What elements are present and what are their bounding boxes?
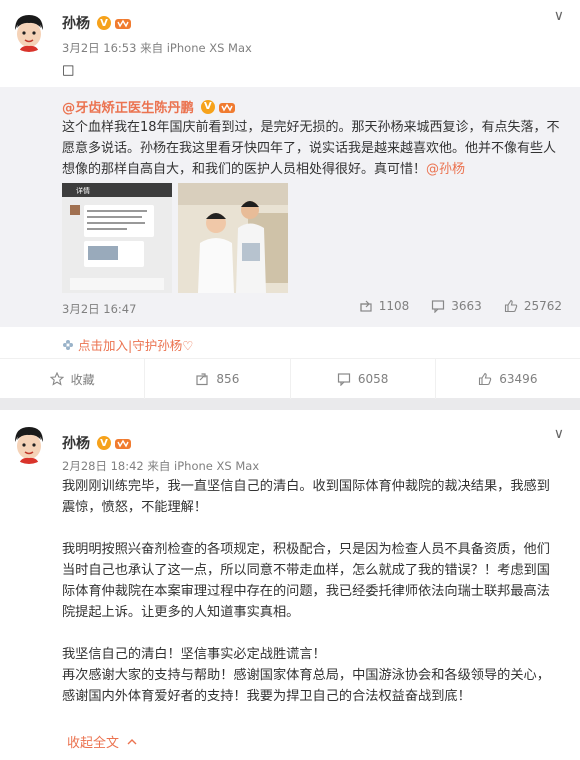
mention-link[interactable]: @孙杨 bbox=[426, 162, 465, 177]
action-bar: 收藏 856 6058 63496 bbox=[0, 358, 580, 399]
comment-button[interactable]: 6058 bbox=[291, 359, 436, 399]
post-content: 我刚刚训练完毕，我一直坚信自己的清白。收到国际体育仲裁院的裁决结果，我感到震惊，… bbox=[62, 476, 562, 707]
favorite-label: 收藏 bbox=[70, 372, 95, 387]
favorite-button[interactable]: 收藏 bbox=[0, 359, 146, 399]
verified-icon: V bbox=[97, 16, 111, 30]
post-content: □ bbox=[62, 63, 75, 78]
like-count: 63496 bbox=[499, 372, 538, 386]
post-meta: 2月28日 18:42 来自 iPhone XS Max bbox=[62, 459, 260, 473]
post-meta: 3月2日 16:53 来自 iPhone XS Max bbox=[62, 41, 252, 55]
vip-crown-icon bbox=[115, 19, 131, 29]
chevron-up-icon bbox=[127, 738, 137, 744]
comment-count: 6058 bbox=[357, 372, 389, 386]
paragraph: 我明明按照兴奋剂检查的各项规定，积极配合，只是因为检查人员不具备资质，他们当时自… bbox=[62, 542, 550, 620]
chevron-down-icon[interactable]: ∨ bbox=[554, 8, 564, 24]
share-icon bbox=[196, 373, 209, 386]
chevron-down-icon[interactable]: ∨ bbox=[554, 426, 564, 442]
repost-body: 这个血样我在18年国庆前看到过，是完好无损的。那天孙杨来城西复诊，有点失落，不愿… bbox=[62, 117, 562, 180]
paragraph: 再次感谢大家的支持与帮助！感谢国家体育总局，中国游泳协会和各级领导的关心，感谢国… bbox=[62, 668, 550, 704]
verified-icon: V bbox=[200, 99, 215, 114]
thumbs-up-icon bbox=[504, 299, 518, 313]
author-name[interactable]: 孙杨 bbox=[62, 13, 90, 33]
author-avatar[interactable] bbox=[9, 12, 49, 52]
share-icon bbox=[360, 300, 372, 312]
repost-share-count: 1108 bbox=[378, 299, 410, 313]
share-button[interactable]: 856 bbox=[145, 359, 291, 399]
repost-date: 3月2日 16:47 bbox=[62, 302, 137, 316]
author-row: 孙杨 V bbox=[62, 433, 132, 453]
repost-comment-stat[interactable]: 3663 bbox=[431, 299, 482, 313]
weibo-post-card: 孙杨 V 2月28日 18:42 来自 iPhone XS Max ∨ 我刚刚训… bbox=[0, 410, 580, 760]
repost-comment-count: 3663 bbox=[451, 299, 482, 313]
repost-images: 详情 bbox=[62, 183, 288, 293]
author-name[interactable]: 孙杨 bbox=[62, 433, 90, 453]
repost-like-count: 25762 bbox=[523, 299, 562, 313]
repost-like-stat[interactable]: 25762 bbox=[504, 299, 562, 313]
repost-box: @牙齿矫正医生陈丹鹏 V 这个血样我在18年国庆前看到过，是完好无损的。那天孙杨… bbox=[0, 87, 580, 327]
author-avatar[interactable] bbox=[9, 424, 49, 464]
repost-author[interactable]: @牙齿矫正医生陈丹鹏 bbox=[62, 97, 194, 116]
share-count: 856 bbox=[216, 372, 240, 386]
comment-icon bbox=[432, 300, 445, 313]
verified-icon: V bbox=[97, 436, 111, 450]
author-row: 孙杨 V bbox=[62, 13, 132, 33]
repost-author-row: @牙齿矫正医生陈丹鹏 V bbox=[62, 97, 236, 116]
collapse-label: 收起全文 bbox=[67, 736, 120, 751]
topic-link[interactable]: 点击加入|守护孙杨♡ bbox=[62, 335, 193, 354]
topic-label: 点击加入|守护孙杨♡ bbox=[78, 338, 194, 353]
thumbs-up-icon bbox=[479, 372, 492, 386]
flower-icon bbox=[63, 339, 73, 350]
collapse-button[interactable]: 收起全文 bbox=[67, 732, 137, 751]
comment-icon bbox=[337, 373, 350, 386]
chat-title: 详情 bbox=[76, 186, 90, 195]
star-icon bbox=[49, 372, 64, 386]
image-thumbnail-photo[interactable] bbox=[178, 183, 288, 293]
image-thumbnail-chat[interactable]: 详情 bbox=[62, 183, 172, 293]
like-button[interactable]: 63496 bbox=[436, 359, 580, 399]
repost-stats: 1108 3663 25762 bbox=[359, 299, 562, 313]
weibo-post-card: 孙杨 V 3月2日 16:53 来自 iPhone XS Max ∨ □ @牙齿… bbox=[0, 0, 580, 399]
repost-share-stat[interactable]: 1108 bbox=[359, 299, 410, 313]
vip-crown-icon bbox=[115, 439, 131, 449]
paragraph: 我坚信自己的清白！坚信事实必定战胜谎言！ bbox=[62, 647, 326, 662]
paragraph: 我刚刚训练完毕，我一直坚信自己的清白。收到国际体育仲裁院的裁决结果，我感到震惊，… bbox=[62, 479, 550, 515]
repost-text: 这个血样我在18年国庆前看到过，是完好无损的。那天孙杨来城西复诊，有点失落，不愿… bbox=[62, 120, 560, 177]
vip-crown-icon bbox=[218, 102, 235, 113]
